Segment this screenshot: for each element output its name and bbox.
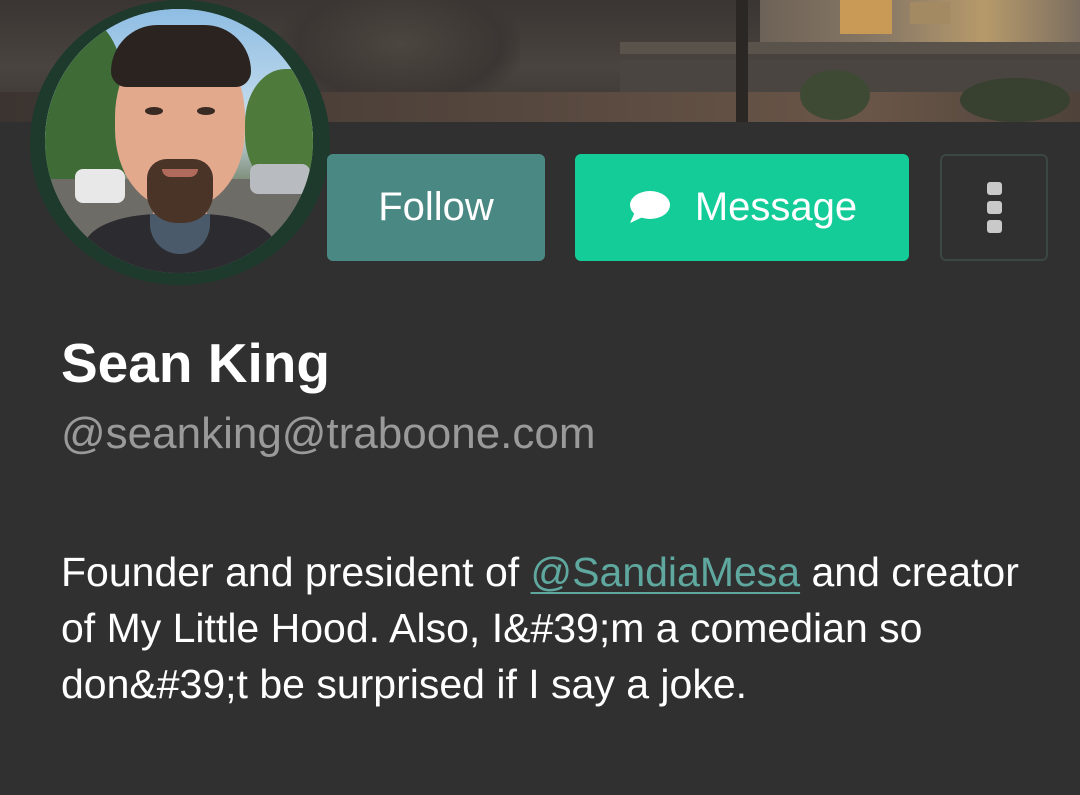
vertical-ellipsis-icon <box>986 182 1002 195</box>
bio-text-start: Founder and president of <box>61 549 531 595</box>
avatar[interactable] <box>30 0 330 285</box>
avatar-photo <box>45 9 313 273</box>
message-button[interactable]: Message <box>575 154 909 261</box>
more-options-button[interactable] <box>940 154 1048 261</box>
account-handle: @seanking@traboone.com <box>61 409 596 458</box>
profile-bio: Founder and president of @SandiaMesa and… <box>61 544 1021 712</box>
message-button-label: Message <box>694 185 858 229</box>
follow-button[interactable]: Follow <box>327 154 545 261</box>
follow-button-label: Follow <box>378 185 494 229</box>
display-name: Sean King <box>61 332 330 394</box>
mention-link[interactable]: @SandiaMesa <box>531 549 801 595</box>
speech-bubble-icon <box>627 190 671 226</box>
profile-page: Follow Message Sean King @seanking@trabo… <box>0 0 1080 795</box>
